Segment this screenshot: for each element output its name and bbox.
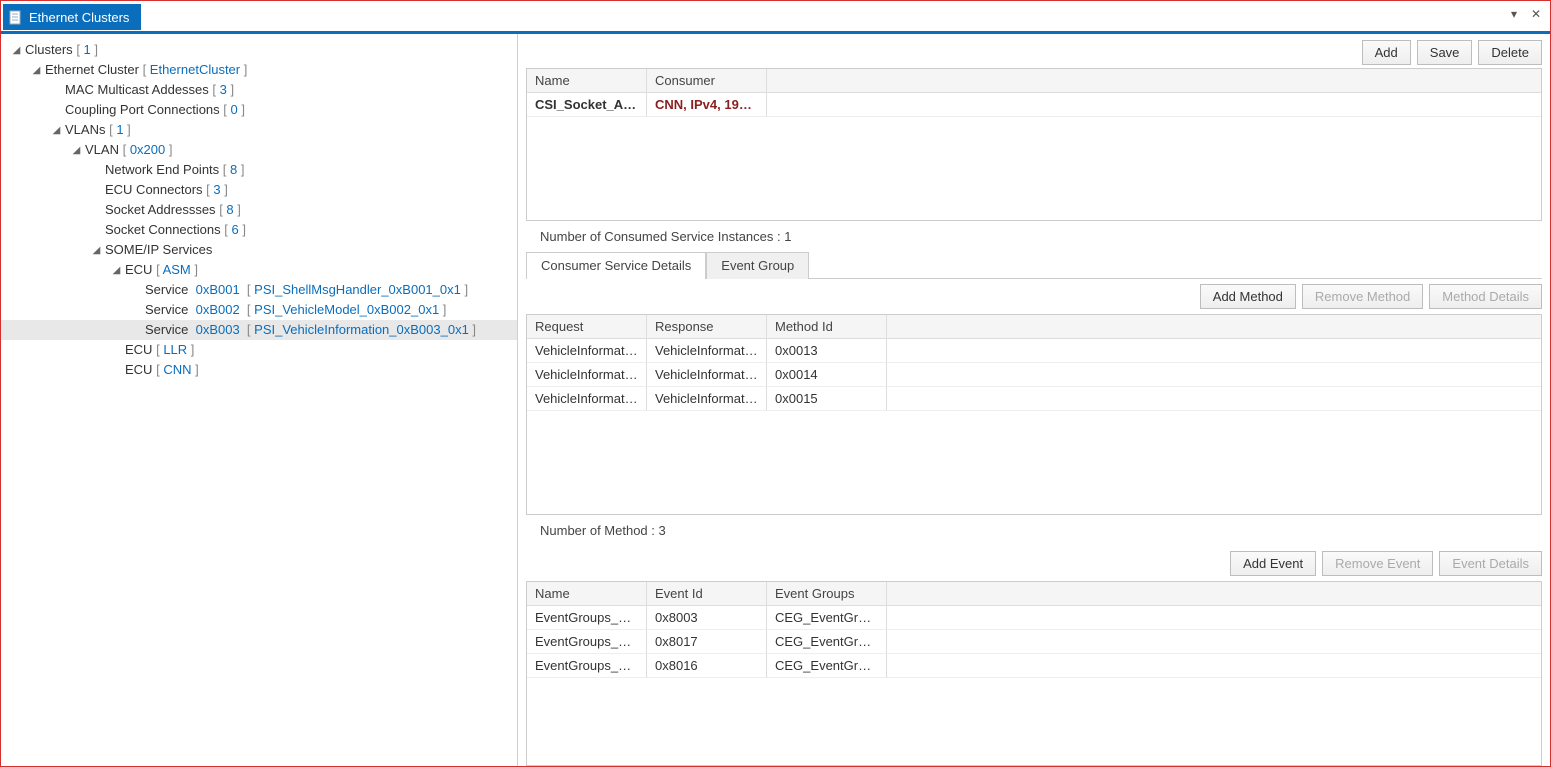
delete-button[interactable]: Delete (1478, 40, 1542, 65)
dropdown-icon[interactable]: ▾ (1504, 5, 1524, 23)
tab-consumer-service-details[interactable]: Consumer Service Details (526, 252, 706, 279)
close-icon[interactable]: ✕ (1526, 5, 1546, 23)
consumer-grid-body (526, 117, 1542, 221)
save-button[interactable]: Save (1417, 40, 1473, 65)
consumer-name: CSI_Socket_ASM_... (527, 93, 647, 117)
col-method-id[interactable]: Method Id (767, 315, 887, 339)
tree-network-end-points[interactable]: Network End Points [ 8 ] (1, 160, 517, 180)
method-details-button[interactable]: Method Details (1429, 284, 1542, 309)
col-request[interactable]: Request (527, 315, 647, 339)
tree-service-0xb003[interactable]: Service 0xB003 [ PSI_VehicleInformation_… (1, 320, 517, 340)
chevron-down-icon[interactable]: ◢ (31, 61, 42, 81)
event-row[interactable]: EventGroups_Relati...0x8003CEG_EventGrou… (527, 606, 1541, 630)
method-row[interactable]: VehicleInformation...VehicleInformation.… (527, 339, 1541, 363)
chevron-down-icon[interactable]: ◢ (51, 121, 62, 141)
event-groups: CEG_EventGroups:0... (767, 654, 887, 678)
chevron-down-icon[interactable]: ◢ (111, 261, 122, 281)
method-id: 0x0015 (767, 387, 887, 411)
col-response[interactable]: Response (647, 315, 767, 339)
tree-service-0xb002[interactable]: Service 0xB002 [ PSI_VehicleModel_0xB002… (1, 300, 517, 320)
method-row[interactable]: VehicleInformation...VehicleInformation.… (527, 387, 1541, 411)
tree-ecu-connectors[interactable]: ECU Connectors [ 3 ] (1, 180, 517, 200)
details-pane: Add Save Delete Name Consumer CSI_Socket… (518, 34, 1550, 766)
tab-title: Ethernet Clusters (29, 10, 129, 25)
tree-clusters[interactable]: ◢Clusters [ 1 ] (1, 40, 517, 60)
tree-pane: ◢Clusters [ 1 ] ◢Ethernet Cluster [ Ethe… (1, 34, 518, 766)
tree-coupling-port[interactable]: Coupling Port Connections [ 0 ] (1, 100, 517, 120)
event-row[interactable]: EventGroups_Rang...0x8016CEG_EventGroups… (527, 654, 1541, 678)
tree-ethernet-cluster[interactable]: ◢Ethernet Cluster [ EthernetCluster ] (1, 60, 517, 80)
tree-service-0xb001[interactable]: Service 0xB001 [ PSI_ShellMsgHandler_0xB… (1, 280, 517, 300)
event-id: 0x8016 (647, 654, 767, 678)
method-request: VehicleInformation... (527, 387, 647, 411)
method-response: VehicleInformation... (647, 363, 767, 387)
chevron-down-icon[interactable]: ◢ (91, 241, 102, 261)
event-id: 0x8017 (647, 630, 767, 654)
method-request: VehicleInformation... (527, 363, 647, 387)
add-button[interactable]: Add (1362, 40, 1411, 65)
event-grid-body (526, 678, 1542, 766)
tabstrip: Consumer Service Details Event Group (526, 252, 1542, 279)
event-row[interactable]: EventGroups_Chas...0x8017CEG_EventGroups… (527, 630, 1541, 654)
col-event-groups[interactable]: Event Groups (767, 582, 887, 606)
method-grid-body (526, 411, 1542, 516)
event-id: 0x8003 (647, 606, 767, 630)
app-frame: Ethernet Clusters ▾ ✕ ◢Clusters [ 1 ] ◢E… (0, 0, 1551, 767)
remove-method-button[interactable]: Remove Method (1302, 284, 1423, 309)
add-method-button[interactable]: Add Method (1200, 284, 1296, 309)
event-name: EventGroups_Rang... (527, 654, 647, 678)
tab-ethernet-clusters[interactable]: Ethernet Clusters (3, 4, 141, 30)
consumer-grid: Name Consumer CSI_Socket_ASM_... CNN, IP… (526, 68, 1542, 117)
event-grid: Name Event Id Event Groups EventGroups_R… (526, 581, 1542, 678)
method-id: 0x0013 (767, 339, 887, 363)
tree-someip-services[interactable]: ◢SOME/IP Services (1, 240, 517, 260)
chevron-down-icon[interactable]: ◢ (11, 41, 22, 61)
method-request: VehicleInformation... (527, 339, 647, 363)
tree-ecu-cnn[interactable]: ECU [ CNN ] (1, 360, 517, 380)
col-consumer[interactable]: Consumer (647, 69, 767, 93)
remove-event-button[interactable]: Remove Event (1322, 551, 1433, 576)
method-response: VehicleInformation... (647, 339, 767, 363)
tree-socket-connections[interactable]: Socket Connections [ 6 ] (1, 220, 517, 240)
event-groups: CEG_EventGroups:0... (767, 606, 887, 630)
tree-vlan[interactable]: ◢VLAN [ 0x200 ] (1, 140, 517, 160)
event-groups: CEG_EventGroups:0... (767, 630, 887, 654)
event-details-button[interactable]: Event Details (1439, 551, 1542, 576)
col-event-name[interactable]: Name (527, 582, 647, 606)
tree-mac-multicast[interactable]: MAC Multicast Addesses [ 3 ] (1, 80, 517, 100)
method-row[interactable]: VehicleInformation...VehicleInformation.… (527, 363, 1541, 387)
col-event-id[interactable]: Event Id (647, 582, 767, 606)
event-name: EventGroups_Relati... (527, 606, 647, 630)
add-event-button[interactable]: Add Event (1230, 551, 1316, 576)
event-name: EventGroups_Chas... (527, 630, 647, 654)
titlebar: Ethernet Clusters ▾ ✕ (1, 1, 1550, 31)
method-response: VehicleInformation... (647, 387, 767, 411)
consumer-value: CNN, IPv4, 192.... (647, 93, 767, 117)
tree-ecu-asm[interactable]: ◢ECU [ ASM ] (1, 260, 517, 280)
col-name[interactable]: Name (527, 69, 647, 93)
tree-vlans[interactable]: ◢VLANs [ 1 ] (1, 120, 517, 140)
method-count-status: Number of Method : 3 (518, 515, 1550, 546)
method-id: 0x0014 (767, 363, 887, 387)
document-icon (9, 10, 23, 25)
consumer-row[interactable]: CSI_Socket_ASM_... CNN, IPv4, 192.... (527, 93, 1541, 117)
method-grid: Request Response Method Id VehicleInform… (526, 314, 1542, 411)
tab-event-group[interactable]: Event Group (706, 252, 809, 279)
tree-socket-addresses[interactable]: Socket Addressses [ 8 ] (1, 200, 517, 220)
tree-ecu-llr[interactable]: ECU [ LLR ] (1, 340, 517, 360)
consumer-count-status: Number of Consumed Service Instances : 1 (518, 221, 1550, 252)
chevron-down-icon[interactable]: ◢ (71, 141, 82, 161)
